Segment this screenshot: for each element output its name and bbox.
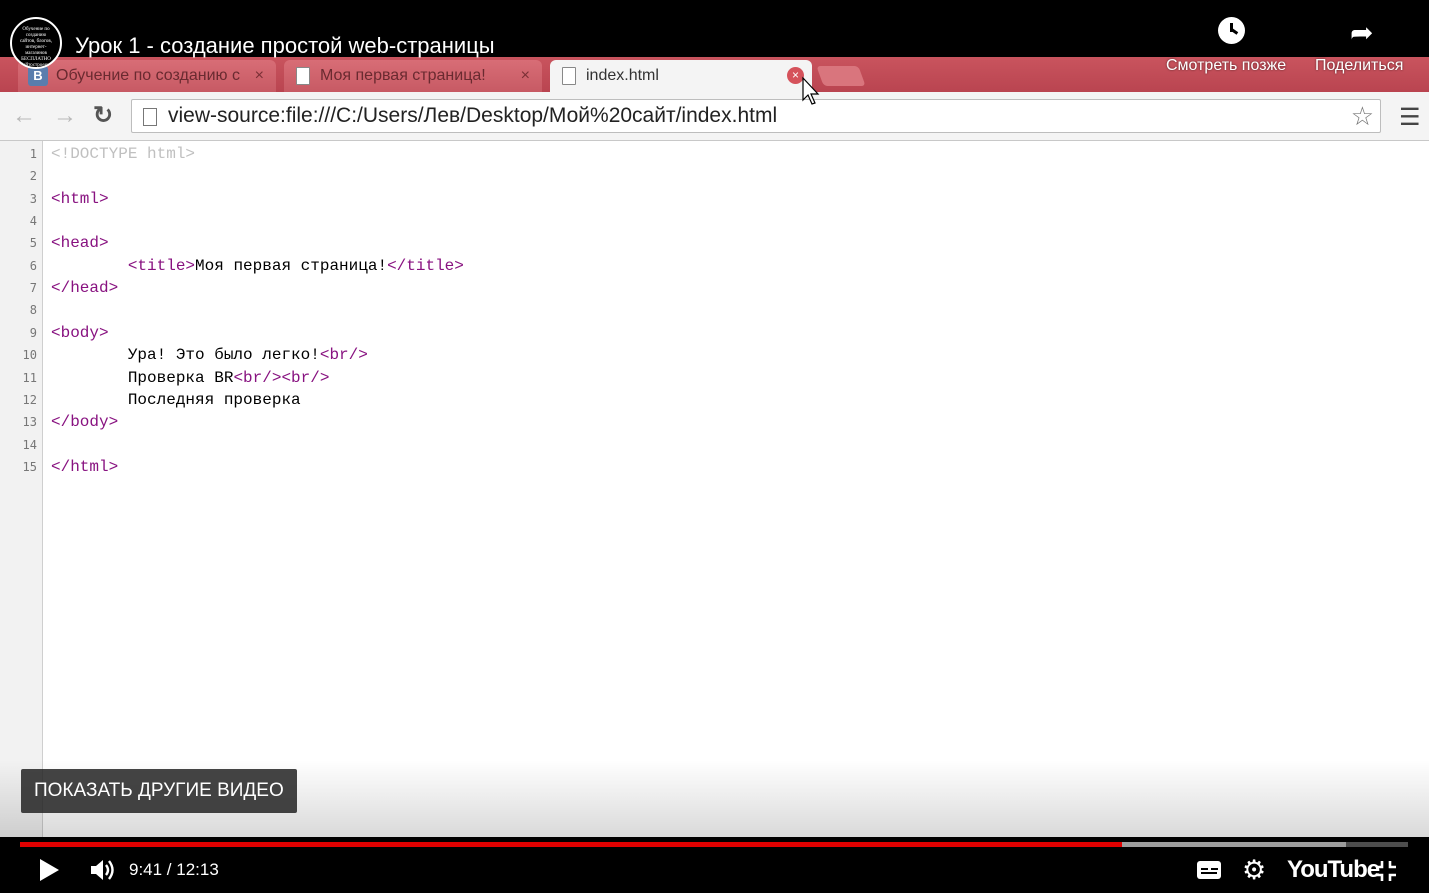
source-line: 8	[0, 299, 1429, 321]
show-more-videos-button[interactable]: ПОКАЗАТЬ ДРУГИЕ ВИДЕО	[21, 769, 297, 813]
video-title[interactable]: Урок 1 - создание простой web-страницы	[75, 33, 495, 59]
source-code: Последняя проверка	[51, 391, 301, 409]
html-tag: <title>	[127, 256, 196, 275]
play-icon[interactable]	[40, 859, 59, 881]
tab-label: Обучение по созданию с	[56, 67, 240, 84]
vk-icon: B	[28, 66, 48, 86]
progress-bar[interactable]	[20, 842, 1408, 847]
source-code: <body>	[51, 324, 109, 342]
source-line: 14	[0, 434, 1429, 456]
source-code: <title>Моя первая страница!</title>	[51, 257, 464, 275]
document-icon	[562, 67, 576, 85]
text-content: Ура! Это было легко!	[127, 346, 320, 365]
address-url[interactable]: view-source:file:///C:/Users/Лев/Desktop…	[168, 104, 777, 128]
line-number: 1	[29, 147, 37, 161]
document-icon	[143, 108, 157, 126]
html-tag: </body>	[51, 413, 119, 432]
line-number: 3	[29, 191, 37, 206]
html-tag: </head>	[51, 279, 119, 298]
text-content: Проверка BR	[127, 368, 234, 387]
text-content	[51, 369, 128, 387]
channel-avatar-text: Обучение по созданию сайтов, блогов, инт…	[19, 27, 53, 68]
line-number: 2	[29, 169, 37, 184]
line-number: 8	[29, 303, 37, 318]
browser-tab-first-page[interactable]: Моя первая страница! ×	[284, 60, 542, 92]
html-tag: <html>	[51, 189, 109, 208]
new-tab-button[interactable]	[816, 66, 866, 86]
source-code: <head>	[51, 234, 109, 252]
channel-avatar[interactable]: Обучение по созданию сайтов, блогов, инт…	[10, 17, 62, 69]
progress-played	[20, 842, 1123, 847]
source-code: <html>	[51, 190, 109, 208]
doctype-declaration: <!DOCTYPE html>	[51, 145, 196, 163]
source-line: 1 <!DOCTYPE html>	[0, 143, 1429, 165]
line-number: 4	[29, 214, 37, 229]
line-number: 14	[22, 437, 37, 452]
source-line: 11 Проверка BR<br/><br/>	[0, 367, 1429, 389]
browser-menu-icon[interactable]: ☰	[1399, 103, 1421, 132]
browser-tab-vk[interactable]: B Обучение по созданию с ×	[18, 60, 276, 92]
text-content	[51, 257, 128, 275]
mouse-cursor-icon	[802, 76, 820, 105]
source-line: 3 <html>	[0, 188, 1429, 210]
share-label[interactable]: Поделиться	[1315, 57, 1403, 75]
text-content: Моя первая страница!	[195, 256, 388, 275]
tab-close-icon[interactable]: ×	[255, 67, 264, 85]
html-tag: <head>	[51, 234, 109, 253]
youtube-logo[interactable]: YouTube	[1287, 856, 1380, 884]
line-number: 6	[29, 258, 37, 273]
bookmark-star-icon[interactable]: ☆	[1351, 101, 1374, 132]
volume-icon[interactable]	[88, 856, 116, 884]
share-icon[interactable]: ➦	[1350, 16, 1373, 49]
tab-label: index.html	[586, 67, 659, 84]
watch-later-icon[interactable]	[1218, 17, 1245, 44]
line-number: 11	[22, 370, 37, 385]
source-line: 7 </head>	[0, 277, 1429, 299]
source-code: Ура! Это было легко!<br/>	[51, 346, 368, 364]
watch-later-label[interactable]: Смотреть позже	[1166, 57, 1286, 75]
line-number: 5	[29, 236, 37, 251]
forward-arrow-icon[interactable]: →	[53, 104, 77, 128]
text-content: Последняя проверка	[127, 390, 301, 409]
subtitles-icon[interactable]	[1197, 861, 1221, 879]
line-number: 7	[29, 281, 37, 296]
html-tag: </html>	[51, 457, 119, 476]
source-line: 6 <title>Моя первая страница!</title>	[0, 255, 1429, 277]
reload-icon[interactable]: ↻	[93, 104, 113, 128]
html-tag: </title>	[387, 256, 464, 275]
address-bar[interactable]: view-source:file:///C:/Users/Лев/Desktop…	[131, 99, 1381, 133]
settings-gear-icon[interactable]: ⚙	[1242, 855, 1266, 886]
source-line: 5 <head>	[0, 232, 1429, 254]
source-line: 2	[0, 165, 1429, 187]
html-tag: <br/><br/>	[233, 368, 330, 387]
tab-close-icon[interactable]: ×	[521, 67, 530, 85]
html-tag: <body>	[51, 323, 109, 342]
tab-label: Моя первая страница!	[320, 67, 486, 84]
back-arrow-icon[interactable]: ←	[12, 104, 36, 128]
line-number: 10	[22, 348, 37, 363]
source-line: 4	[0, 210, 1429, 232]
source-line: 9 <body>	[0, 322, 1429, 344]
exit-fullscreen-icon[interactable]	[1375, 860, 1397, 882]
line-number: 13	[22, 415, 37, 430]
source-code: Проверка BR<br/><br/>	[51, 368, 330, 387]
browser-tab-index[interactable]: index.html ×	[550, 60, 812, 92]
source-line: 13 </body>	[0, 411, 1429, 433]
line-number: 12	[22, 392, 37, 407]
source-line: 10 Ура! Это было легко!<br/>	[0, 344, 1429, 366]
html-tag: <br/>	[319, 346, 368, 365]
source-line: 15 </html>	[0, 456, 1429, 478]
source-code: <!DOCTYPE html>	[51, 145, 195, 163]
text-content	[51, 346, 128, 364]
source-code: </html>	[51, 458, 118, 476]
source-line: 12 Последняя проверка	[0, 389, 1429, 411]
source-code: </head>	[51, 279, 118, 297]
source-code: </body>	[51, 413, 118, 431]
line-number: 15	[22, 459, 37, 474]
line-number: 9	[29, 325, 37, 340]
time-display: 9:41 / 12:13	[129, 860, 219, 879]
document-icon	[296, 67, 310, 85]
text-content	[51, 391, 128, 409]
page-source-view: 1 <!DOCTYPE html> 2 3 <html> 4 5 <head> 6 <title…	[0, 141, 1429, 837]
